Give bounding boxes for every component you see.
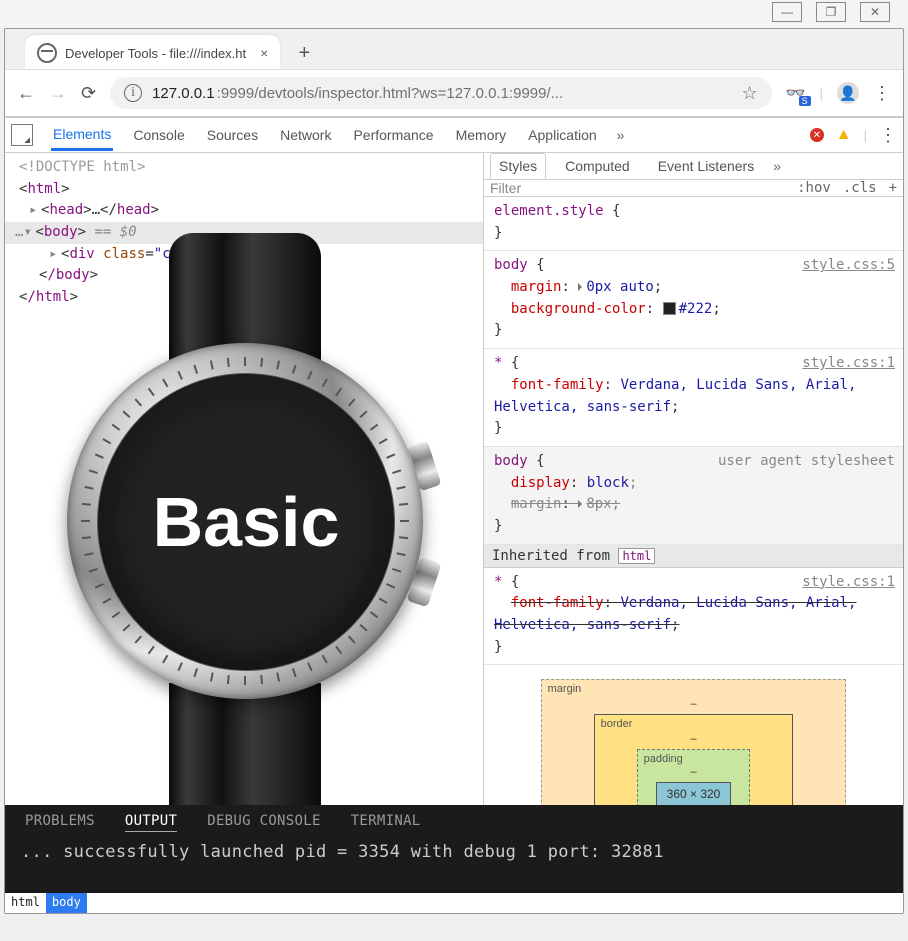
site-info-icon[interactable]: i [124,84,142,102]
os-titlebar: — ❐ ✕ [0,0,908,28]
browser-menu-button[interactable]: ⋮ [873,83,891,104]
styles-tabbar: Styles Computed Event Listeners » [484,153,903,180]
devtools: Elements Console Sources Network Perform… [5,117,903,913]
tab-sources[interactable]: Sources [205,121,260,149]
tab-performance[interactable]: Performance [351,121,435,149]
warning-badge-icon[interactable]: ▲ [836,126,852,144]
devtools-menu-button[interactable]: ⋮ [879,125,897,146]
watch-crown-icon [406,441,441,492]
extension-badge: S [799,96,811,106]
rule-source-link[interactable]: style.css:5 [802,255,895,277]
tab-network[interactable]: Network [278,121,333,149]
tab-strip: Developer Tools - file:///index.ht × + [5,29,903,69]
dom-tree-pane: <!DOCTYPE html> <html> ▸<head>…</head> …… [5,153,484,805]
box-model-diagram[interactable]: margin – border – padding – 360 × 320 – [484,665,903,805]
watch-face-label: Basic [153,482,340,562]
window-minimize-button[interactable]: — [772,2,802,22]
tab-debug-console[interactable]: DEBUG CONSOLE [207,813,320,832]
window-maximize-button[interactable]: ❐ [816,2,846,22]
browser-chrome: Developer Tools - file:///index.ht × + ←… [4,28,904,914]
styles-filter-input[interactable]: Filter [490,180,521,196]
style-rule-ua[interactable]: user agent stylesheet body { display: bl… [484,447,903,545]
styles-pane: Styles Computed Event Listeners » Filter… [484,153,903,805]
rule-source-link[interactable]: style.css:1 [802,353,895,375]
tab-computed[interactable]: Computed [556,153,639,179]
back-button[interactable]: ← [17,83,35,104]
hover-toggle[interactable]: :hov [797,180,831,196]
globe-icon [37,43,57,63]
address-bar[interactable]: i 127.0.0.1 :9999/devtools/inspector.htm… [110,77,772,109]
window-close-button[interactable]: ✕ [860,2,890,22]
bookmark-star-icon[interactable]: ☆ [742,83,758,104]
more-tabs-icon[interactable]: » [617,127,625,143]
dom-tree[interactable]: <!DOCTYPE html> <html> ▸<head>…</head> …… [5,153,483,309]
rule-source-label: user agent stylesheet [718,451,895,473]
tab-terminal[interactable]: TERMINAL [351,813,421,832]
tab-event-listeners[interactable]: Event Listeners [649,153,764,179]
forward-button[interactable]: → [49,83,67,104]
dom-doctype: <!DOCTYPE html> [19,159,145,175]
extension-icon[interactable]: 👓 S [786,83,806,103]
styles-filter-bar: Filter :hov .cls + [484,180,903,197]
profile-avatar[interactable]: 👤 [837,82,859,104]
watch-crown-icon [406,557,441,608]
browser-window: — ❐ ✕ Developer Tools - file:///index.ht… [0,0,908,941]
tab-problems[interactable]: PROBLEMS [25,813,95,832]
more-style-tabs-icon[interactable]: » [773,158,781,174]
inherited-from-divider: Inherited from html [484,545,903,568]
style-rule[interactable]: element.style {} [484,197,903,251]
editor-output-panel: PROBLEMS OUTPUT DEBUG CONSOLE TERMINAL .… [5,805,903,893]
tab-application[interactable]: Application [526,121,599,149]
tab-title: Developer Tools - file:///index.ht [65,46,246,61]
style-rule[interactable]: style.css:5 body { margin: 0px auto; bac… [484,251,903,349]
error-badge-icon[interactable]: ✕ [810,128,824,142]
watch-preview: Basic [29,233,449,805]
reload-button[interactable]: ⟳ [81,83,96,104]
element-picker-icon[interactable] [11,124,33,146]
box-model-size: 360 × 320 [656,782,732,805]
new-tab-button[interactable]: + [290,39,318,67]
url-host: 127.0.0.1 [152,85,215,102]
output-tabbar: PROBLEMS OUTPUT DEBUG CONSOLE TERMINAL [5,805,903,836]
cls-toggle[interactable]: .cls [843,180,877,196]
tab-console[interactable]: Console [131,121,186,149]
dom-breadcrumb[interactable]: html body [5,893,903,913]
style-rule[interactable]: style.css:1 * { font-family: Verdana, Lu… [484,568,903,666]
browser-tab[interactable]: Developer Tools - file:///index.ht × [25,35,280,69]
tab-elements[interactable]: Elements [51,120,113,151]
rule-source-link[interactable]: style.css:1 [802,572,895,594]
crumb-html[interactable]: html [5,893,46,913]
url-rest: :9999/devtools/inspector.html?ws=127.0.0… [217,85,563,102]
tab-output[interactable]: OUTPUT [125,813,177,832]
output-log-line: ... successfully launched pid = 3354 wit… [5,836,903,862]
close-tab-icon[interactable]: × [260,45,268,61]
add-rule-button[interactable]: + [889,180,897,196]
toolbar: ← → ⟳ i 127.0.0.1 :9999/devtools/inspect… [5,69,903,117]
tab-styles[interactable]: Styles [490,153,546,179]
devtools-tabbar: Elements Console Sources Network Perform… [5,118,903,153]
tab-memory[interactable]: Memory [454,121,509,149]
color-swatch-icon[interactable] [663,302,676,315]
style-rule[interactable]: style.css:1 * { font-family: Verdana, Lu… [484,349,903,447]
crumb-body[interactable]: body [46,893,87,913]
